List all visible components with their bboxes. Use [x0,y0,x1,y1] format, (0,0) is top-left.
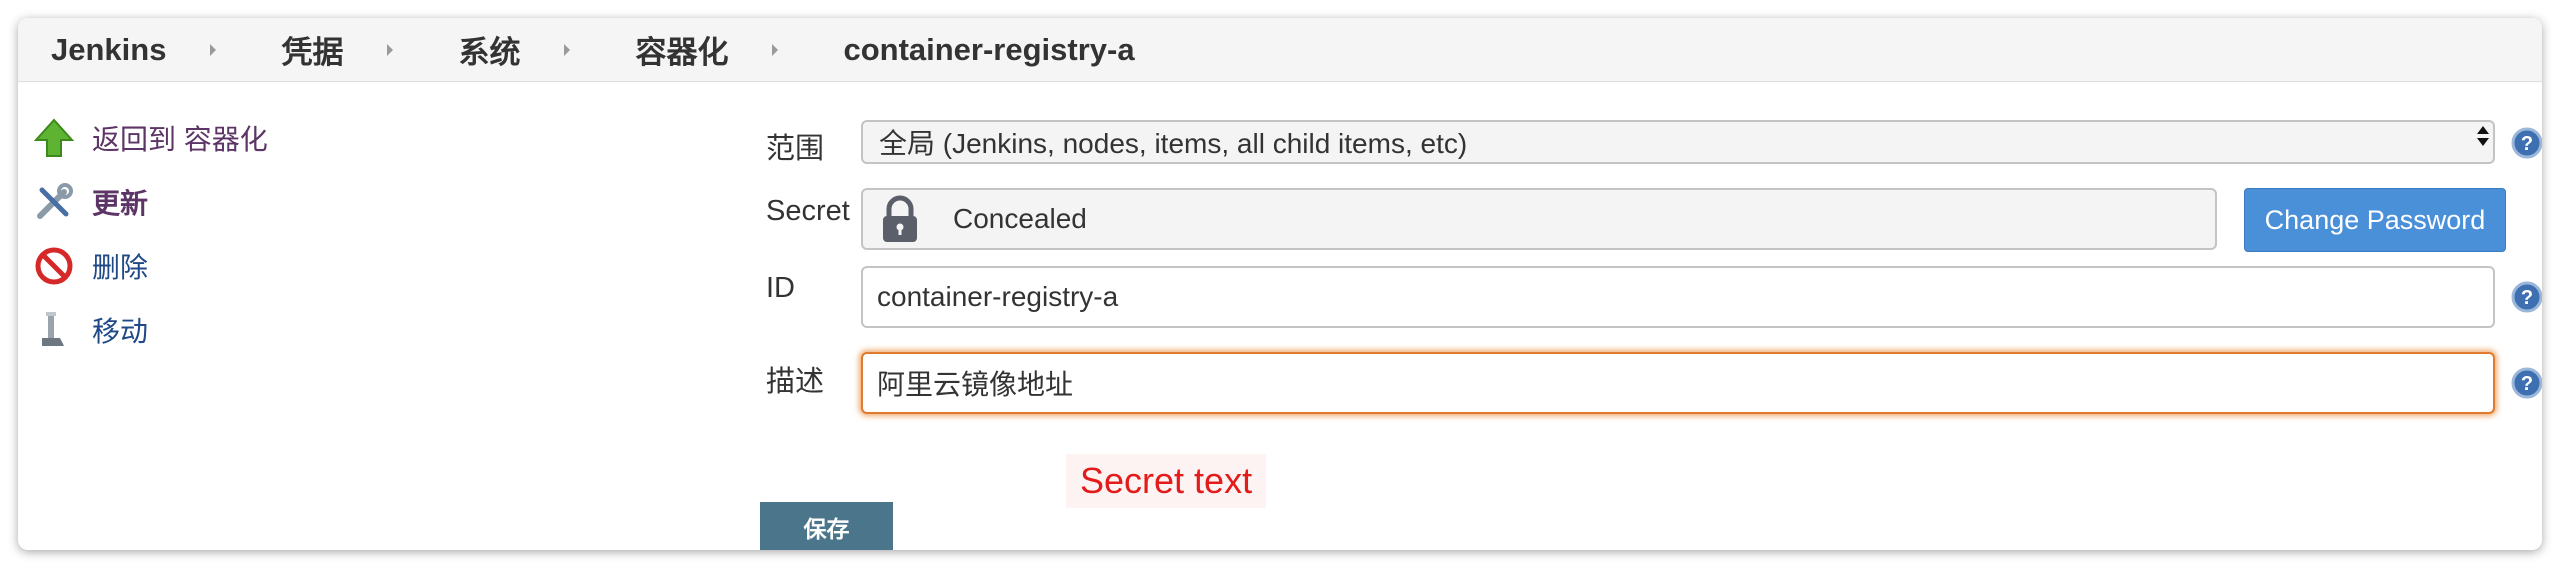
scope-select[interactable]: 全局 (Jenkins, nodes, items, all child ite… [861,120,2495,164]
sidebar-item-delete[interactable]: 删除 [32,244,148,288]
secret-field: Concealed [861,188,2217,250]
description-input-value: 阿里云镜像地址 [877,369,1074,400]
breadcrumb-separator-icon [564,43,571,56]
id-label: ID [766,272,795,304]
lock-icon [875,194,925,244]
sidebar-item-delete-label[interactable]: 删除 [92,246,148,286]
save-button[interactable]: 保存 [760,502,893,550]
select-arrows-icon [2477,126,2489,146]
svg-text:?: ? [2521,373,2533,395]
svg-text:?: ? [2521,133,2533,155]
breadcrumb-separator-icon [387,43,394,56]
sidebar-item-update-label[interactable]: 更新 [92,182,148,222]
secret-value: Concealed [953,203,1087,234]
wrench-screwdriver-icon [32,180,76,224]
sidebar-item-move-label[interactable]: 移动 [92,310,148,350]
breadcrumb-jenkins[interactable]: Jenkins [51,32,166,68]
breadcrumb: Jenkins 凭据 系统 容器化 container-registry-a [18,18,2542,82]
help-icon[interactable]: ? [2511,367,2542,399]
sidebar-item-move[interactable]: 移动 [32,308,148,352]
sidebar-item-update[interactable]: 更新 [32,180,148,224]
breadcrumb-containerization[interactable]: 容器化 [635,27,728,72]
breadcrumb-separator-icon [772,43,779,56]
breadcrumb-credentials[interactable]: 凭据 [281,27,343,72]
change-password-button[interactable]: Change Password [2244,188,2506,252]
description-input[interactable]: 阿里云镜像地址 [861,352,2495,414]
sidebar-item-back[interactable]: 返回到 容器化 [32,116,268,160]
no-entry-icon [32,244,76,288]
help-icon[interactable]: ? [2511,281,2542,313]
breadcrumb-system[interactable]: 系统 [458,27,520,72]
secret-label: Secret [766,195,850,227]
id-input[interactable]: container-registry-a [861,266,2495,328]
secret-text-annotation: Secret text [1066,454,1267,508]
move-icon [32,308,76,352]
help-icon[interactable]: ? [2511,127,2542,159]
scope-label: 范围 [766,133,825,165]
description-label: 描述 [766,366,825,398]
green-up-arrow-icon [32,116,76,160]
scope-select-value: 全局 (Jenkins, nodes, items, all child ite… [879,128,1468,159]
breadcrumb-separator-icon [210,43,217,56]
breadcrumb-current-credential[interactable]: container-registry-a [843,32,1134,68]
sidebar-item-back-label[interactable]: 返回到 容器化 [92,118,268,158]
id-input-value: container-registry-a [877,281,1119,312]
jenkins-window: Jenkins 凭据 系统 容器化 container-registry-a 返… [18,18,2542,550]
svg-text:?: ? [2521,287,2533,309]
